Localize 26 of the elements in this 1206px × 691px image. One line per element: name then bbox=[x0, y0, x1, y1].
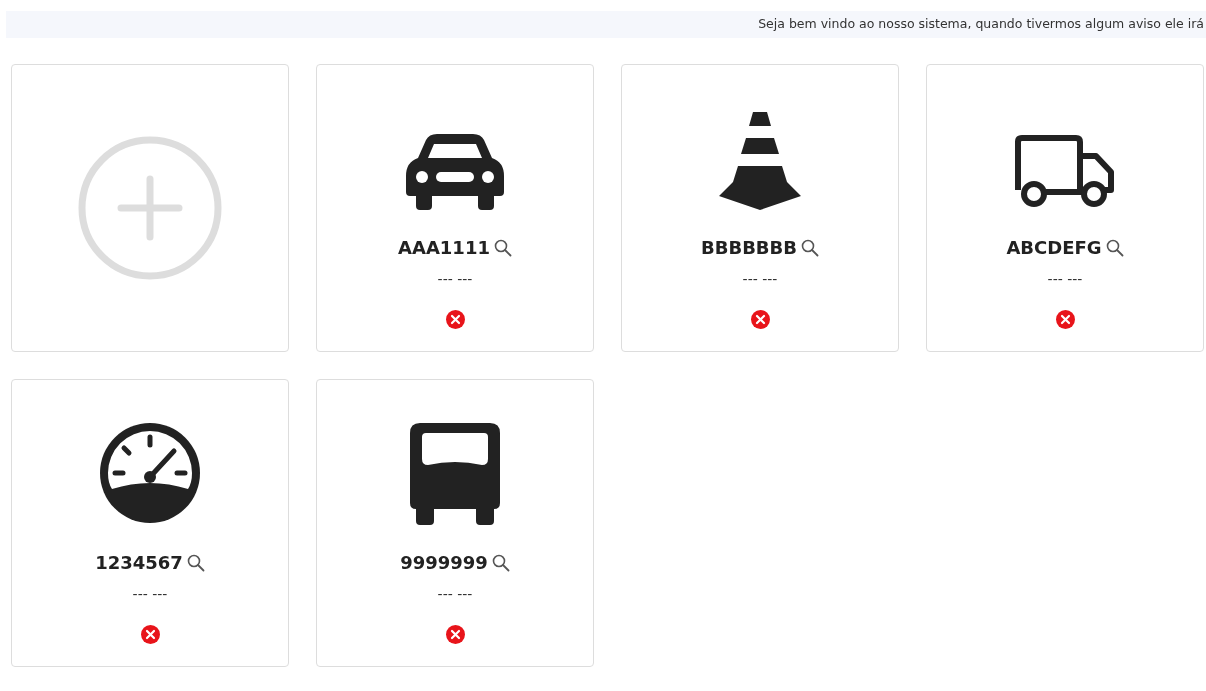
vehicle-card[interactable]: 1234567 --- --- bbox=[11, 379, 289, 667]
vehicle-card[interactable]: BBBBBBB --- --- bbox=[621, 64, 899, 352]
plate-number: ABCDEFG bbox=[1006, 236, 1102, 260]
vehicle-subtitle: --- --- bbox=[437, 270, 473, 289]
plate-number: AAA1111 bbox=[398, 236, 490, 260]
plate-number: BBBBBBB bbox=[700, 236, 797, 260]
search-icon[interactable] bbox=[493, 238, 512, 257]
search-icon[interactable] bbox=[491, 553, 510, 572]
traffic-cone-icon bbox=[717, 112, 803, 210]
speedometer-icon bbox=[98, 421, 202, 525]
bus-icon bbox=[410, 423, 500, 525]
vehicle-card[interactable]: ABCDEFG --- --- bbox=[926, 64, 1204, 352]
truck-icon bbox=[1014, 134, 1116, 210]
vehicle-subtitle: --- --- bbox=[1047, 270, 1083, 289]
vehicle-card[interactable]: 9999999 --- --- bbox=[316, 379, 594, 667]
vehicle-card[interactable]: AAA1111 --- --- bbox=[316, 64, 594, 352]
search-icon[interactable] bbox=[1105, 238, 1124, 257]
vehicle-subtitle: --- --- bbox=[742, 270, 778, 289]
vehicle-subtitle: --- --- bbox=[132, 585, 168, 604]
search-icon[interactable] bbox=[801, 238, 819, 257]
plate-number: 1234567 bbox=[95, 551, 183, 575]
search-icon[interactable] bbox=[186, 553, 205, 572]
plate-number: 9999999 bbox=[400, 551, 488, 575]
vehicle-subtitle: --- --- bbox=[437, 585, 473, 604]
notice-text: Seja bem vindo ao nosso sistema, quando tivermos algum aviso ele irá bbox=[758, 15, 1204, 34]
car-icon bbox=[404, 134, 506, 210]
